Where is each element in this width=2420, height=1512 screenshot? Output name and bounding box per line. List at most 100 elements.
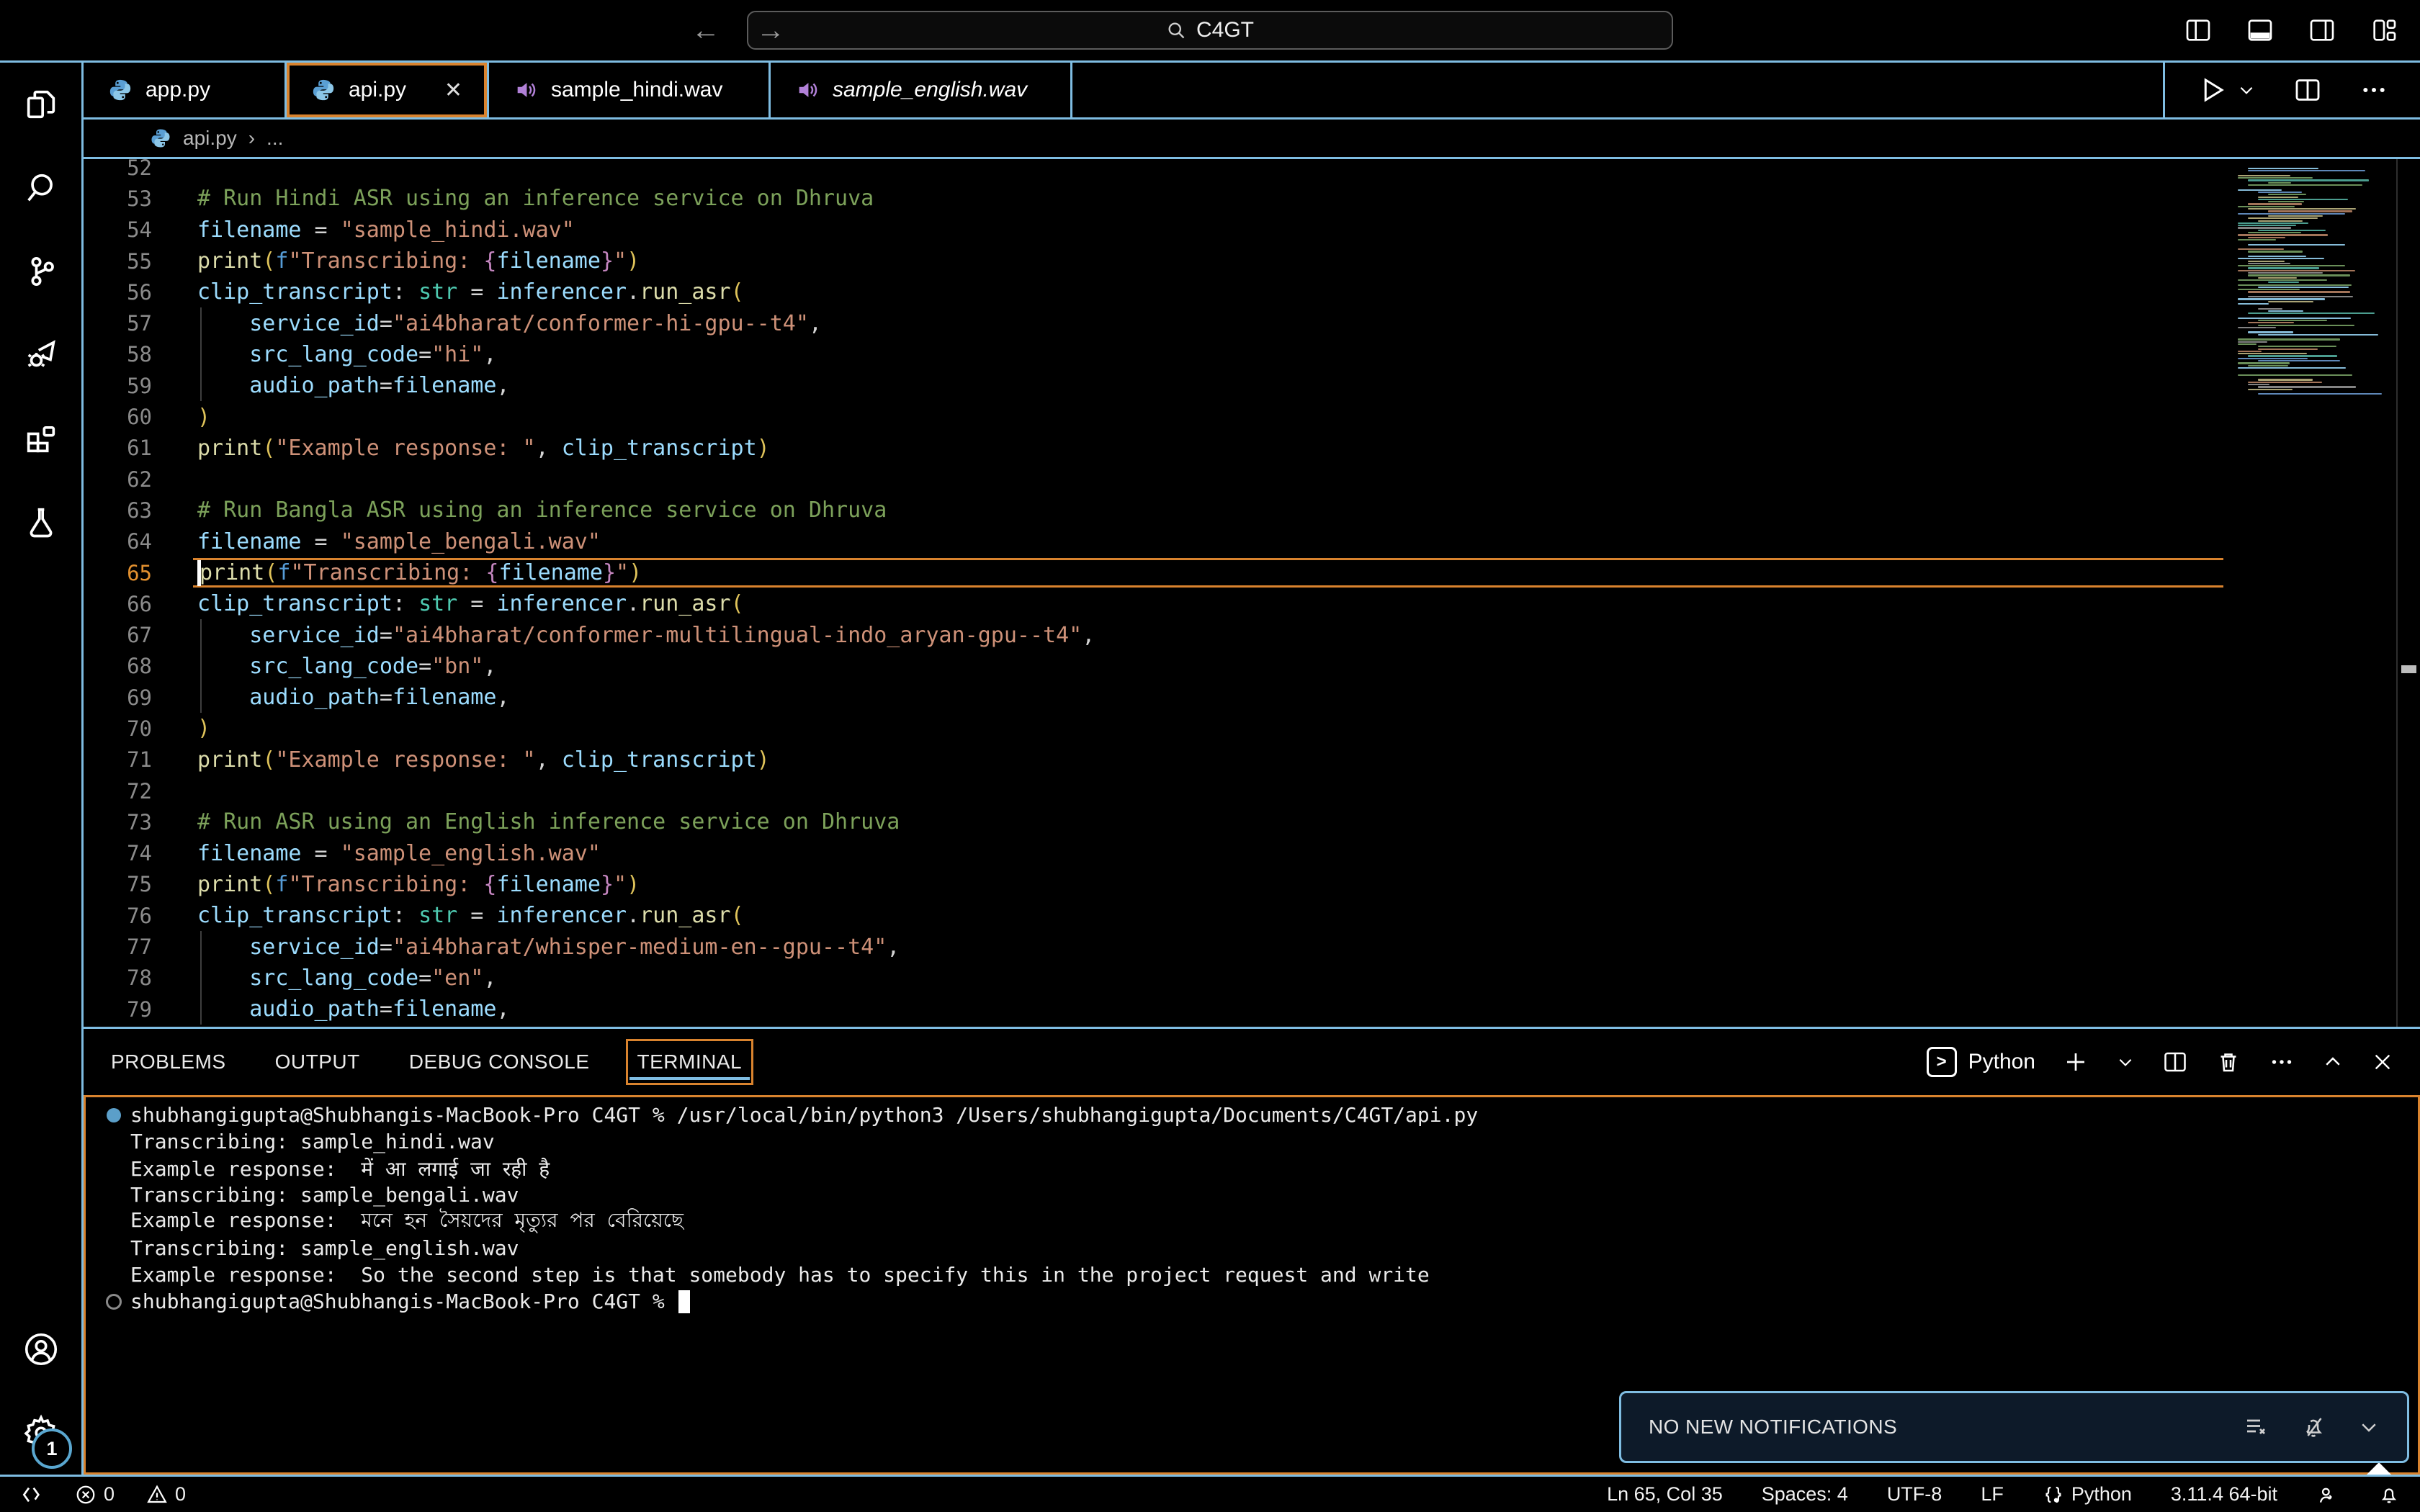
- code-line-72[interactable]: 72: [84, 775, 2231, 806]
- terminal-line: Example response: में आ लगाई जा रही है: [97, 1155, 2418, 1182]
- code-line-55[interactable]: 55print(f"Transcribing: {filename}"): [84, 246, 2231, 276]
- toggle-panel-icon[interactable]: [2246, 16, 2275, 45]
- customize-layout-icon[interactable]: [2370, 16, 2398, 45]
- code-line-76[interactable]: 76clip_transcript: str = inferencer.run_…: [84, 900, 2231, 931]
- account-icon[interactable]: [0, 1308, 81, 1391]
- terminal-text: Example response: মনে হন সৈয়দের মৃত্যুর…: [130, 1205, 684, 1238]
- command-decoration-run: [97, 1108, 130, 1122]
- line-content: audio_path=filename,: [197, 994, 2231, 1025]
- maximize-panel-icon[interactable]: [2322, 1051, 2344, 1073]
- code-line-54[interactable]: 54filename = "sample_hindi.wav": [84, 215, 2231, 246]
- code-line-52[interactable]: 52: [84, 159, 2231, 183]
- panel-more-icon[interactable]: [2269, 1049, 2295, 1075]
- code-line-60[interactable]: 60): [84, 401, 2231, 432]
- status-item-ln-65-col-35[interactable]: Ln 65, Col 35: [1607, 1483, 1723, 1506]
- minimap[interactable]: [2231, 159, 2396, 1027]
- status-item-feedback[interactable]: [2316, 1483, 2339, 1506]
- code-line-70[interactable]: 70): [84, 713, 2231, 744]
- status-item-braces[interactable]: Python: [2043, 1483, 2132, 1506]
- editor-scrollbar-thumb[interactable]: [2401, 665, 2416, 673]
- status-item-utf-8[interactable]: UTF-8: [1887, 1483, 1942, 1506]
- search-view-icon[interactable]: [0, 146, 81, 230]
- code-line-69[interactable]: 69 audio_path=filename,: [84, 682, 2231, 713]
- terminal-dropdown-icon[interactable]: [2116, 1053, 2135, 1071]
- kill-terminal-icon[interactable]: [2215, 1049, 2241, 1075]
- command-center-search[interactable]: C4GT: [747, 11, 1673, 50]
- code-line-67[interactable]: 67 service_id="ai4bharat/conformer-multi…: [84, 619, 2231, 650]
- status-item-warning[interactable]: 0: [146, 1483, 186, 1506]
- code-line-78[interactable]: 78 src_lang_code="en",: [84, 963, 2231, 994]
- status-item-remote[interactable]: [20, 1483, 43, 1506]
- code-line-75[interactable]: 75print(f"Transcribing: {filename}"): [84, 869, 2231, 900]
- status-item-3-11-4-64-bit[interactable]: 3.11.4 64-bit: [2171, 1483, 2277, 1506]
- forward-button[interactable]: →: [756, 14, 785, 47]
- code-line-61[interactable]: 61print("Example response: ", clip_trans…: [84, 433, 2231, 464]
- line-number: 63: [84, 498, 152, 523]
- close-tab-icon[interactable]: ✕: [430, 78, 462, 103]
- toggle-secondary-sidebar-icon[interactable]: [2308, 16, 2336, 45]
- code-line-58[interactable]: 58 src_lang_code="hi",: [84, 339, 2231, 370]
- line-number: 62: [84, 467, 152, 492]
- status-item-lf[interactable]: LF: [1981, 1483, 2004, 1506]
- new-terminal-icon[interactable]: [2063, 1049, 2089, 1075]
- code-line-71[interactable]: 71print("Example response: ", clip_trans…: [84, 744, 2231, 775]
- tab-sample_hindi.wav[interactable]: sample_hindi.wav: [489, 63, 771, 117]
- code-line-73[interactable]: 73# Run ASR using an English inference s…: [84, 806, 2231, 837]
- run-python-file-button[interactable]: [2197, 75, 2256, 105]
- do-not-disturb-icon[interactable]: [2300, 1414, 2326, 1440]
- status-item-error[interactable]: 0: [75, 1483, 115, 1506]
- testing-icon[interactable]: [0, 480, 81, 564]
- line-content: filename = "sample_bengali.wav": [197, 526, 2231, 557]
- breadcrumb[interactable]: api.py › ...: [84, 120, 2420, 159]
- tab-sample_english.wav[interactable]: sample_english.wav: [771, 63, 1072, 117]
- status-item-bell[interactable]: [2378, 1484, 2400, 1506]
- activity-bar: 1: [0, 63, 84, 1475]
- line-content: print("Example response: ", clip_transcr…: [197, 744, 2231, 775]
- code-line-74[interactable]: 74filename = "sample_english.wav": [84, 838, 2231, 869]
- line-content: print(f"Transcribing: {filename}"): [197, 246, 2231, 276]
- settings-gear-icon[interactable]: 1: [0, 1391, 81, 1475]
- close-panel-icon[interactable]: [2371, 1050, 2394, 1074]
- terminal-line: Transcribing: sample_english.wav: [97, 1235, 2418, 1261]
- breadcrumb-symbol[interactable]: ...: [266, 127, 283, 150]
- code-line-59[interactable]: 59 audio_path=filename,: [84, 370, 2231, 401]
- panel-tab-problems[interactable]: PROBLEMS: [109, 1039, 228, 1085]
- code-line-79[interactable]: 79 audio_path=filename,: [84, 994, 2231, 1025]
- history-nav: ← →: [691, 14, 785, 47]
- panel-tab-output[interactable]: OUTPUT: [274, 1039, 362, 1085]
- clear-all-notifications-icon[interactable]: [2243, 1414, 2269, 1440]
- explorer-icon[interactable]: [0, 63, 81, 146]
- panel-tab-debug-console[interactable]: DEBUG CONSOLE: [408, 1039, 591, 1085]
- extensions-icon[interactable]: [0, 397, 81, 480]
- code-line-53[interactable]: 53# Run Hindi ASR using an inference ser…: [84, 183, 2231, 214]
- code-line-63[interactable]: 63# Run Bangla ASR using an inference se…: [84, 495, 2231, 526]
- editor-scrollbar[interactable]: [2396, 159, 2420, 1027]
- code-line-66[interactable]: 66clip_transcript: str = inferencer.run_…: [84, 588, 2231, 619]
- breadcrumb-file[interactable]: api.py: [183, 127, 237, 150]
- tab-label: app.py: [145, 78, 210, 102]
- code-line-62[interactable]: 62: [84, 464, 2231, 495]
- tab-app.py[interactable]: app.py: [84, 63, 287, 117]
- code-line-77[interactable]: 77 service_id="ai4bharat/whisper-medium-…: [84, 931, 2231, 962]
- active-terminal-item[interactable]: > Python: [1927, 1047, 2035, 1077]
- panel-tab-terminal[interactable]: TERMINAL: [626, 1039, 754, 1085]
- line-number: 78: [84, 966, 152, 990]
- split-editor-icon[interactable]: [2293, 76, 2322, 104]
- code-editor[interactable]: 5253# Run Hindi ASR using an inference s…: [84, 159, 2420, 1027]
- run-debug-icon[interactable]: [0, 313, 81, 397]
- code-line-64[interactable]: 64filename = "sample_bengali.wav": [84, 526, 2231, 557]
- code-line-57[interactable]: 57 service_id="ai4bharat/conformer-hi-gp…: [84, 307, 2231, 338]
- hide-notifications-icon[interactable]: [2358, 1416, 2380, 1438]
- more-actions-icon[interactable]: [2360, 76, 2388, 104]
- code-line-56[interactable]: 56clip_transcript: str = inferencer.run_…: [84, 276, 2231, 307]
- back-button[interactable]: ←: [691, 14, 720, 47]
- toggle-sidebar-icon[interactable]: [2184, 16, 2213, 45]
- status-item-spaces-4[interactable]: Spaces: 4: [1762, 1483, 1848, 1506]
- split-terminal-icon[interactable]: [2162, 1049, 2188, 1075]
- code-line-65[interactable]: 65print(f"Transcribing: {filename}"): [84, 557, 2231, 588]
- code-line-68[interactable]: 68 src_lang_code="bn",: [84, 651, 2231, 682]
- tab-api.py[interactable]: api.py✕: [287, 63, 489, 117]
- code-lines[interactable]: 5253# Run Hindi ASR using an inference s…: [84, 159, 2231, 1027]
- python-file-icon: [150, 127, 171, 149]
- source-control-icon[interactable]: [0, 230, 81, 313]
